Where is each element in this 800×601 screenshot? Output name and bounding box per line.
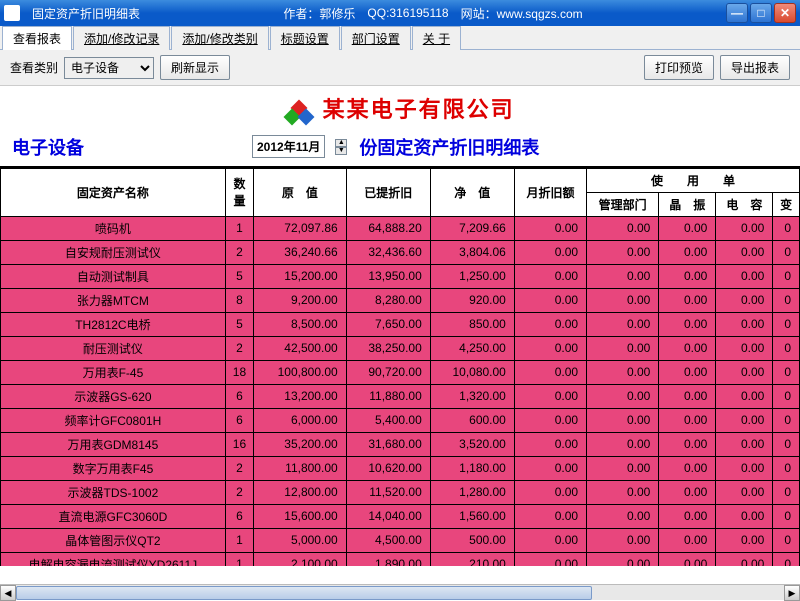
print-preview-button[interactable]: 打印预览 [644,55,714,80]
table-row[interactable]: 频率计GFC0801H66,000.005,400.00600.000.000.… [1,408,800,432]
tab-add-record[interactable]: 添加/修改记录 [73,26,170,50]
view-category-label: 查看类别 [10,59,58,76]
window-title: 固定资产折旧明细表 [32,5,140,22]
scroll-right-button[interactable]: ▶ [784,585,800,601]
table-row[interactable]: 自安规耐压测试仪236,240.6632,436.603,804.060.000… [1,240,800,264]
col-orig: 原 值 [254,168,347,216]
table-row[interactable]: 电解电容漏电流测试仪YD2611J12,100.001,890.00210.00… [1,552,800,566]
table-row[interactable]: 张力器MTCM89,200.008,280.00920.000.000.000.… [1,288,800,312]
category-title: 电子设备 [12,134,84,160]
table-row[interactable]: 直流电源GFC3060D615,600.0014,040.001,560.000… [1,504,800,528]
table-row[interactable]: TH2812C电桥58,500.007,650.00850.000.000.00… [1,312,800,336]
logo-icon [285,100,313,128]
tab-about[interactable]: 关 于 [412,26,461,50]
report-title-suffix: 份固定资产折旧明细表 [359,134,539,160]
scroll-left-button[interactable]: ◀ [0,585,16,601]
data-table: 固定资产名称 数 量 原 值 已提折旧 净 值 月折旧额 使 用 单 管理部门 … [0,168,800,566]
report-subheader: 电子设备 2012年11月 ▲▼ 份固定资产折旧明细表 [0,130,800,166]
col-qty: 数 量 [225,168,253,216]
date-spinner[interactable]: ▲▼ [335,139,347,155]
export-button[interactable]: 导出报表 [720,55,790,80]
col-cap: 电 容 [716,192,773,216]
table-row[interactable]: 数字万用表F45211,800.0010,620.001,180.000.000… [1,456,800,480]
scroll-thumb[interactable] [16,586,592,600]
col-dept: 管理部门 [587,192,659,216]
report-header: 某某电子有限公司 [0,86,800,130]
tab-bar: 查看报表 添加/修改记录 添加/修改类别 标题设置 部门设置 关 于 [0,26,800,50]
toolbar: 查看类别 电子设备 刷新显示 打印预览 导出报表 [0,50,800,86]
col-name: 固定资产名称 [1,168,226,216]
col-trans: 变 [773,192,800,216]
app-icon [4,5,20,21]
data-table-container[interactable]: 固定资产名称 数 量 原 值 已提折旧 净 值 月折旧额 使 用 单 管理部门 … [0,166,800,566]
tab-dept-settings[interactable]: 部门设置 [341,26,411,50]
table-row[interactable]: 万用表F-4518100,800.0090,720.0010,080.000.0… [1,360,800,384]
maximize-button[interactable]: □ [750,3,772,23]
category-select[interactable]: 电子设备 [64,57,154,79]
col-group: 使 用 单 [587,168,800,192]
close-button[interactable]: ✕ [774,3,796,23]
horizontal-scrollbar[interactable]: ◀ ▶ [0,584,800,600]
minimize-button[interactable]: — [726,3,748,23]
tab-view-report[interactable]: 查看报表 [2,26,72,50]
tab-add-category[interactable]: 添加/修改类别 [171,26,268,50]
col-month: 月折旧额 [514,168,586,216]
titlebar: 固定资产折旧明细表 作者：郭修乐 QQ:316195118 网站：www.sqg… [0,0,800,26]
table-row[interactable]: 喷码机172,097.8664,888.207,209.660.000.000.… [1,216,800,240]
date-input[interactable]: 2012年11月 [252,135,325,158]
tab-title-settings[interactable]: 标题设置 [270,26,340,50]
refresh-button[interactable]: 刷新显示 [160,55,230,80]
col-dep: 已提折旧 [346,168,430,216]
table-row[interactable]: 自动测试制具515,200.0013,950.001,250.000.000.0… [1,264,800,288]
col-net: 净 值 [430,168,514,216]
table-row[interactable]: 万用表GDM81451635,200.0031,680.003,520.000.… [1,432,800,456]
table-row[interactable]: 耐压测试仪242,500.0038,250.004,250.000.000.00… [1,336,800,360]
table-row[interactable]: 示波器TDS-1002212,800.0011,520.001,280.000.… [1,480,800,504]
company-name: 某某电子有限公司 [323,97,515,122]
table-row[interactable]: 示波器GS-620613,200.0011,880.001,320.000.00… [1,384,800,408]
col-crystal: 晶 振 [659,192,716,216]
table-row[interactable]: 晶体管图示仪QT215,000.004,500.00500.000.000.00… [1,528,800,552]
